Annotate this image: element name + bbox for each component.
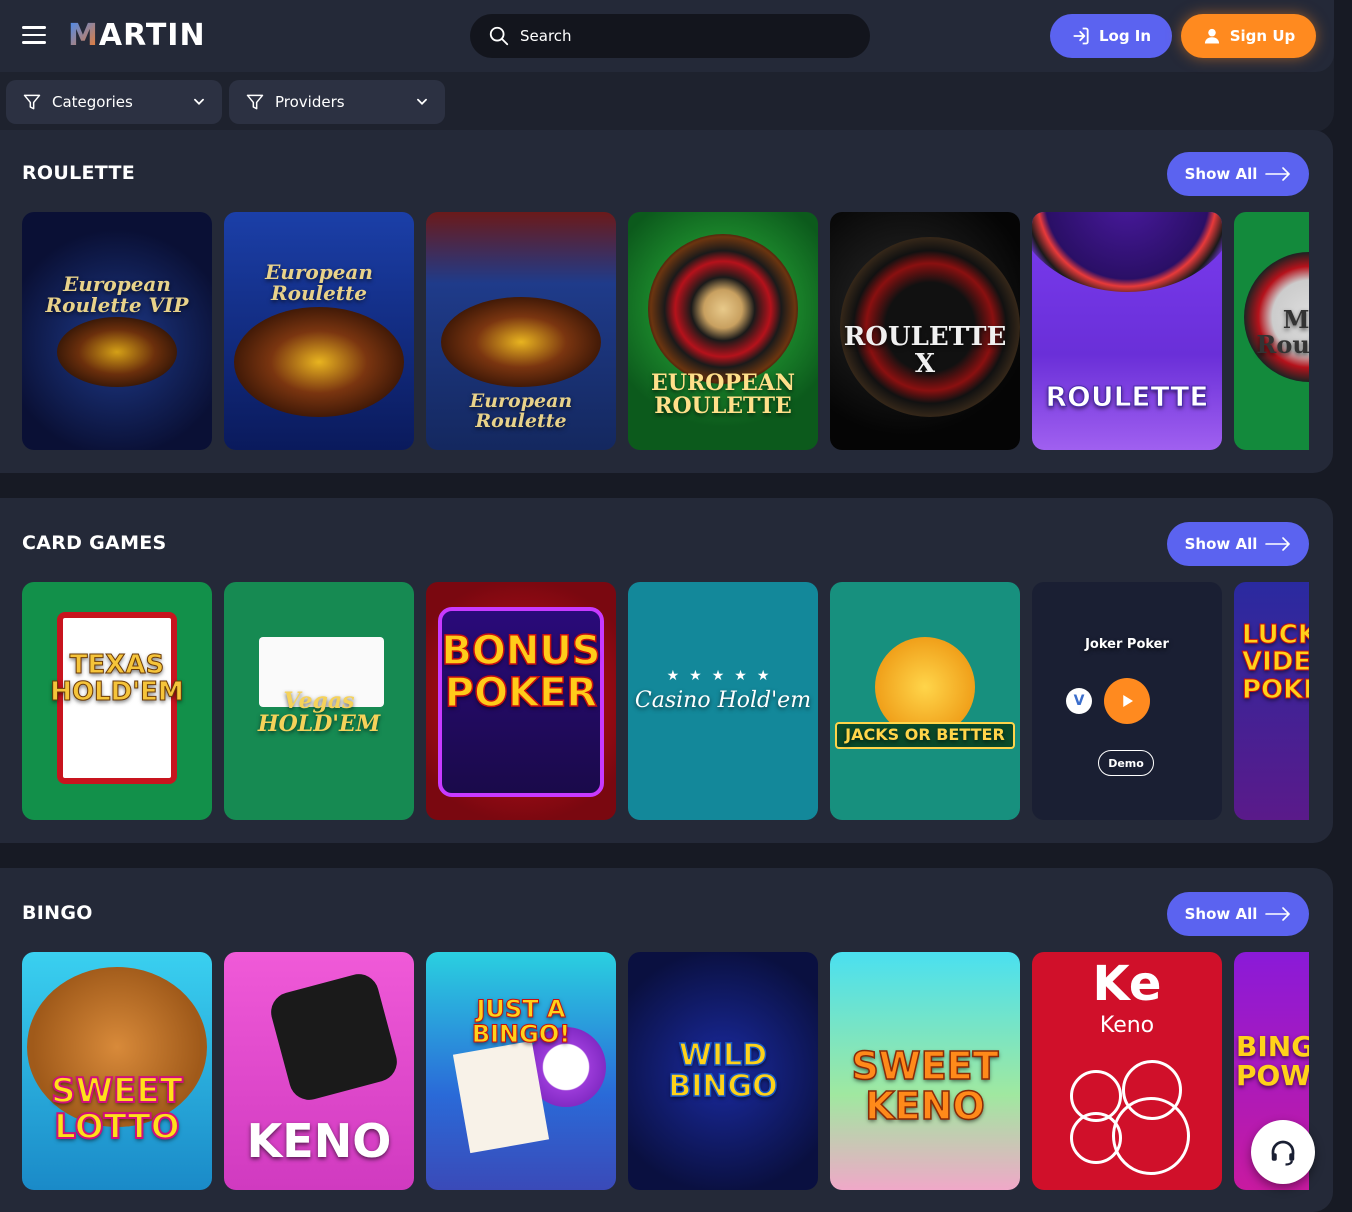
game-tile[interactable]: European Roulette (224, 212, 414, 450)
game-title: European Roulette (265, 260, 373, 305)
roulette-section: ROULETTE Show All European Roulette VIP … (0, 130, 1333, 473)
game-row: SWEET LOTTO KENO JUST A BINGO! WILD BING… (22, 952, 1309, 1190)
game-tile[interactable]: Mini Roulette (1234, 212, 1309, 450)
arrow-right-icon (1265, 167, 1291, 181)
game-title: JUST A BINGO! (471, 995, 571, 1049)
game-title: Joker Poker (1085, 637, 1169, 652)
logo-text: ARTIN (98, 18, 206, 53)
game-row: European Roulette VIP European Roulette … (22, 212, 1309, 450)
user-icon (1204, 28, 1219, 44)
signup-button[interactable]: Sign Up (1181, 14, 1316, 58)
demo-label: Demo (1108, 756, 1144, 770)
section-title: BINGO (22, 902, 93, 924)
game-title: TEXAS HOLD'EM (50, 650, 185, 708)
play-icon (1123, 695, 1133, 707)
game-row: TEXAS HOLD'EM Vegas HOLD'EM BONUS POKER … (22, 582, 1309, 820)
search-input[interactable] (520, 27, 820, 45)
bingo-card-image (452, 1040, 550, 1154)
section-title: CARD GAMES (22, 532, 167, 554)
game-title: LUCKY VIDEO POKER (1242, 620, 1310, 705)
show-all-button[interactable]: Show All (1167, 152, 1309, 196)
filter-icon (246, 94, 264, 110)
ball-outline-image (1112, 1097, 1190, 1175)
game-title: European Roulette (469, 390, 573, 432)
game-tile[interactable]: SWEET LOTTO (22, 952, 212, 1190)
show-all-label: Show All (1184, 535, 1258, 553)
signup-label: Sign Up (1229, 27, 1296, 45)
search-bar[interactable] (470, 14, 870, 58)
logo-symbol: Ke (1092, 956, 1162, 1012)
game-tile[interactable]: European Roulette (426, 212, 616, 450)
stars-decoration: ★★★★★ (666, 668, 780, 684)
logo[interactable]: M ARTIN (68, 18, 206, 53)
game-tile[interactable]: Ke Keno (1032, 952, 1222, 1190)
chevron-down-icon (194, 98, 204, 105)
game-tile[interactable]: TEXAS HOLD'EM (22, 582, 212, 820)
headset-icon (1271, 1140, 1295, 1166)
game-tile[interactable]: BONUS POKER (426, 582, 616, 820)
login-button[interactable]: Log In (1050, 14, 1172, 58)
game-tile[interactable]: JACKS OR BETTER (830, 582, 1020, 820)
game-tile[interactable]: ROULETTE X (830, 212, 1020, 450)
support-chat-button[interactable] (1251, 1120, 1315, 1184)
roulette-wheel-image (1032, 212, 1222, 292)
game-title: Casino Hold'em (634, 688, 812, 714)
game-title: SWEET KENO (851, 1044, 1000, 1128)
game-tile[interactable]: Joker Poker V Demo (1032, 582, 1222, 820)
game-title: European Roulette VIP (45, 272, 189, 317)
section-title: ROULETTE (22, 162, 136, 184)
game-tile[interactable]: ROULETTE (1032, 212, 1222, 450)
roulette-wheel-image (648, 234, 798, 384)
arrow-right-icon (1265, 537, 1291, 551)
game-tile[interactable]: Vegas HOLD'EM (224, 582, 414, 820)
header: MARTIN Log In Sign Up Categories Provide… (0, 0, 1334, 132)
card-games-section: CARD GAMES Show All TEXAS HOLD'EM Vegas … (0, 498, 1333, 843)
roulette-wheel-image (441, 297, 601, 387)
roulette-wheel-image (234, 307, 404, 417)
game-tile[interactable]: EUROPEAN ROULETTE (628, 212, 818, 450)
categories-label: Categories (52, 93, 133, 111)
search-icon (489, 26, 509, 46)
game-title: ROULETTE X (843, 322, 1007, 380)
game-title: Keno (1099, 1013, 1155, 1038)
show-all-label: Show All (1184, 165, 1258, 183)
game-tile[interactable]: European Roulette VIP (22, 212, 212, 450)
game-title: JACKS OR BETTER (835, 722, 1015, 749)
game-title: ROULETTE (1045, 380, 1209, 413)
game-tile[interactable]: ★★★★★ Casino Hold'em (628, 582, 818, 820)
game-tile[interactable]: JUST A BINGO! (426, 952, 616, 1190)
game-title: WILD BINGO (668, 1037, 779, 1104)
hamburger-menu-icon[interactable] (22, 26, 46, 46)
providers-label: Providers (275, 93, 345, 111)
game-title: Mini Roulette (1256, 305, 1309, 360)
game-title: SWEET LOTTO (50, 1071, 184, 1147)
login-label: Log In (1098, 27, 1152, 45)
categories-filter[interactable]: Categories (6, 80, 222, 124)
filter-icon (23, 94, 41, 110)
game-tile[interactable]: WILD BINGO (628, 952, 818, 1190)
arrow-right-icon (1265, 907, 1291, 921)
providers-filter[interactable]: Providers (229, 80, 445, 124)
game-tile[interactable]: SWEET KENO (830, 952, 1020, 1190)
dice-image (266, 969, 402, 1105)
demo-button[interactable]: Demo (1098, 750, 1154, 776)
show-all-label: Show All (1184, 905, 1258, 923)
game-title: EUROPEAN ROULETTE (651, 370, 795, 420)
game-title: BINGO POWER (1236, 1030, 1309, 1093)
show-all-button[interactable]: Show All (1167, 892, 1309, 936)
bingo-section: BINGO Show All SWEET LOTTO KENO JUST A B… (0, 868, 1333, 1212)
login-icon (1073, 27, 1089, 45)
chevron-down-icon (417, 98, 427, 105)
logo-letter: M (68, 18, 99, 53)
roulette-wheel-image (57, 317, 177, 387)
game-title: Vegas HOLD'EM (257, 688, 381, 738)
show-all-button[interactable]: Show All (1167, 522, 1309, 566)
play-button[interactable] (1104, 678, 1150, 724)
game-title: KENO (246, 1114, 392, 1168)
provider-badge-icon: V (1066, 688, 1092, 714)
game-tile[interactable]: LUCKY VIDEO POKER (1234, 582, 1309, 820)
game-title: BONUS POKER (441, 628, 602, 716)
game-tile[interactable]: KENO (224, 952, 414, 1190)
